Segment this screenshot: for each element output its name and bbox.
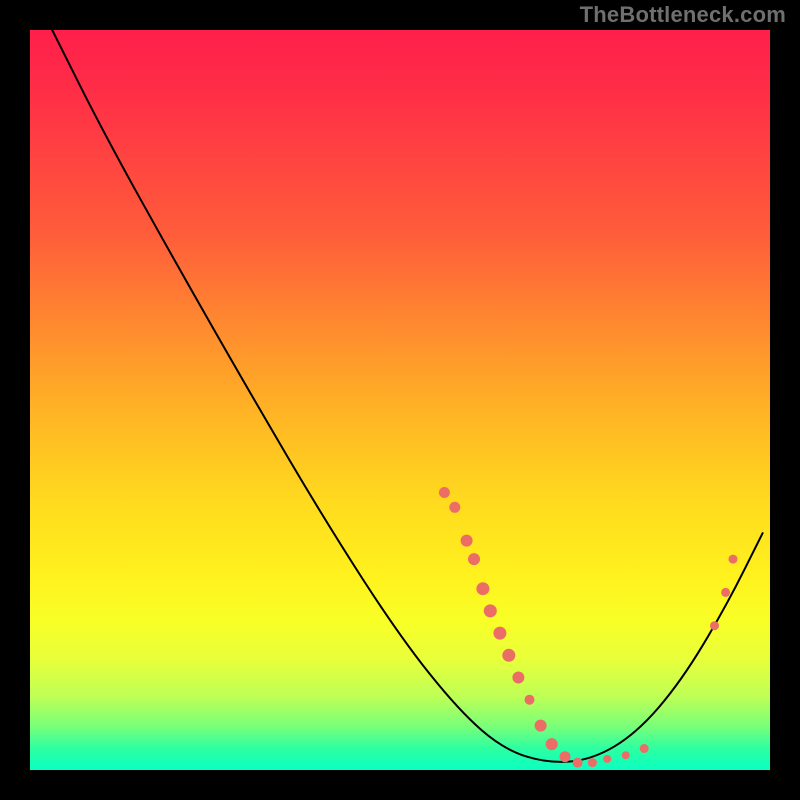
data-marker	[622, 751, 630, 759]
bottleneck-curve	[52, 30, 762, 762]
plot-area	[30, 30, 770, 770]
data-marker	[560, 751, 571, 762]
data-marker	[588, 758, 597, 767]
data-marker	[468, 553, 480, 565]
data-marker	[484, 604, 497, 617]
data-markers	[439, 487, 738, 768]
chart-svg	[30, 30, 770, 770]
data-marker	[502, 649, 515, 662]
data-marker	[512, 672, 524, 684]
data-marker	[493, 627, 506, 640]
chart-frame: TheBottleneck.com	[0, 0, 800, 800]
data-marker	[710, 621, 719, 630]
data-marker	[729, 555, 738, 564]
data-marker	[573, 758, 583, 768]
data-marker	[525, 695, 535, 705]
data-marker	[603, 755, 611, 763]
attribution-label: TheBottleneck.com	[580, 2, 786, 28]
data-marker	[546, 738, 558, 750]
data-marker	[449, 502, 460, 513]
data-marker	[476, 582, 489, 595]
data-marker	[461, 535, 473, 547]
data-marker	[439, 487, 450, 498]
data-marker	[535, 720, 547, 732]
data-marker	[640, 744, 649, 753]
data-marker	[721, 588, 730, 597]
